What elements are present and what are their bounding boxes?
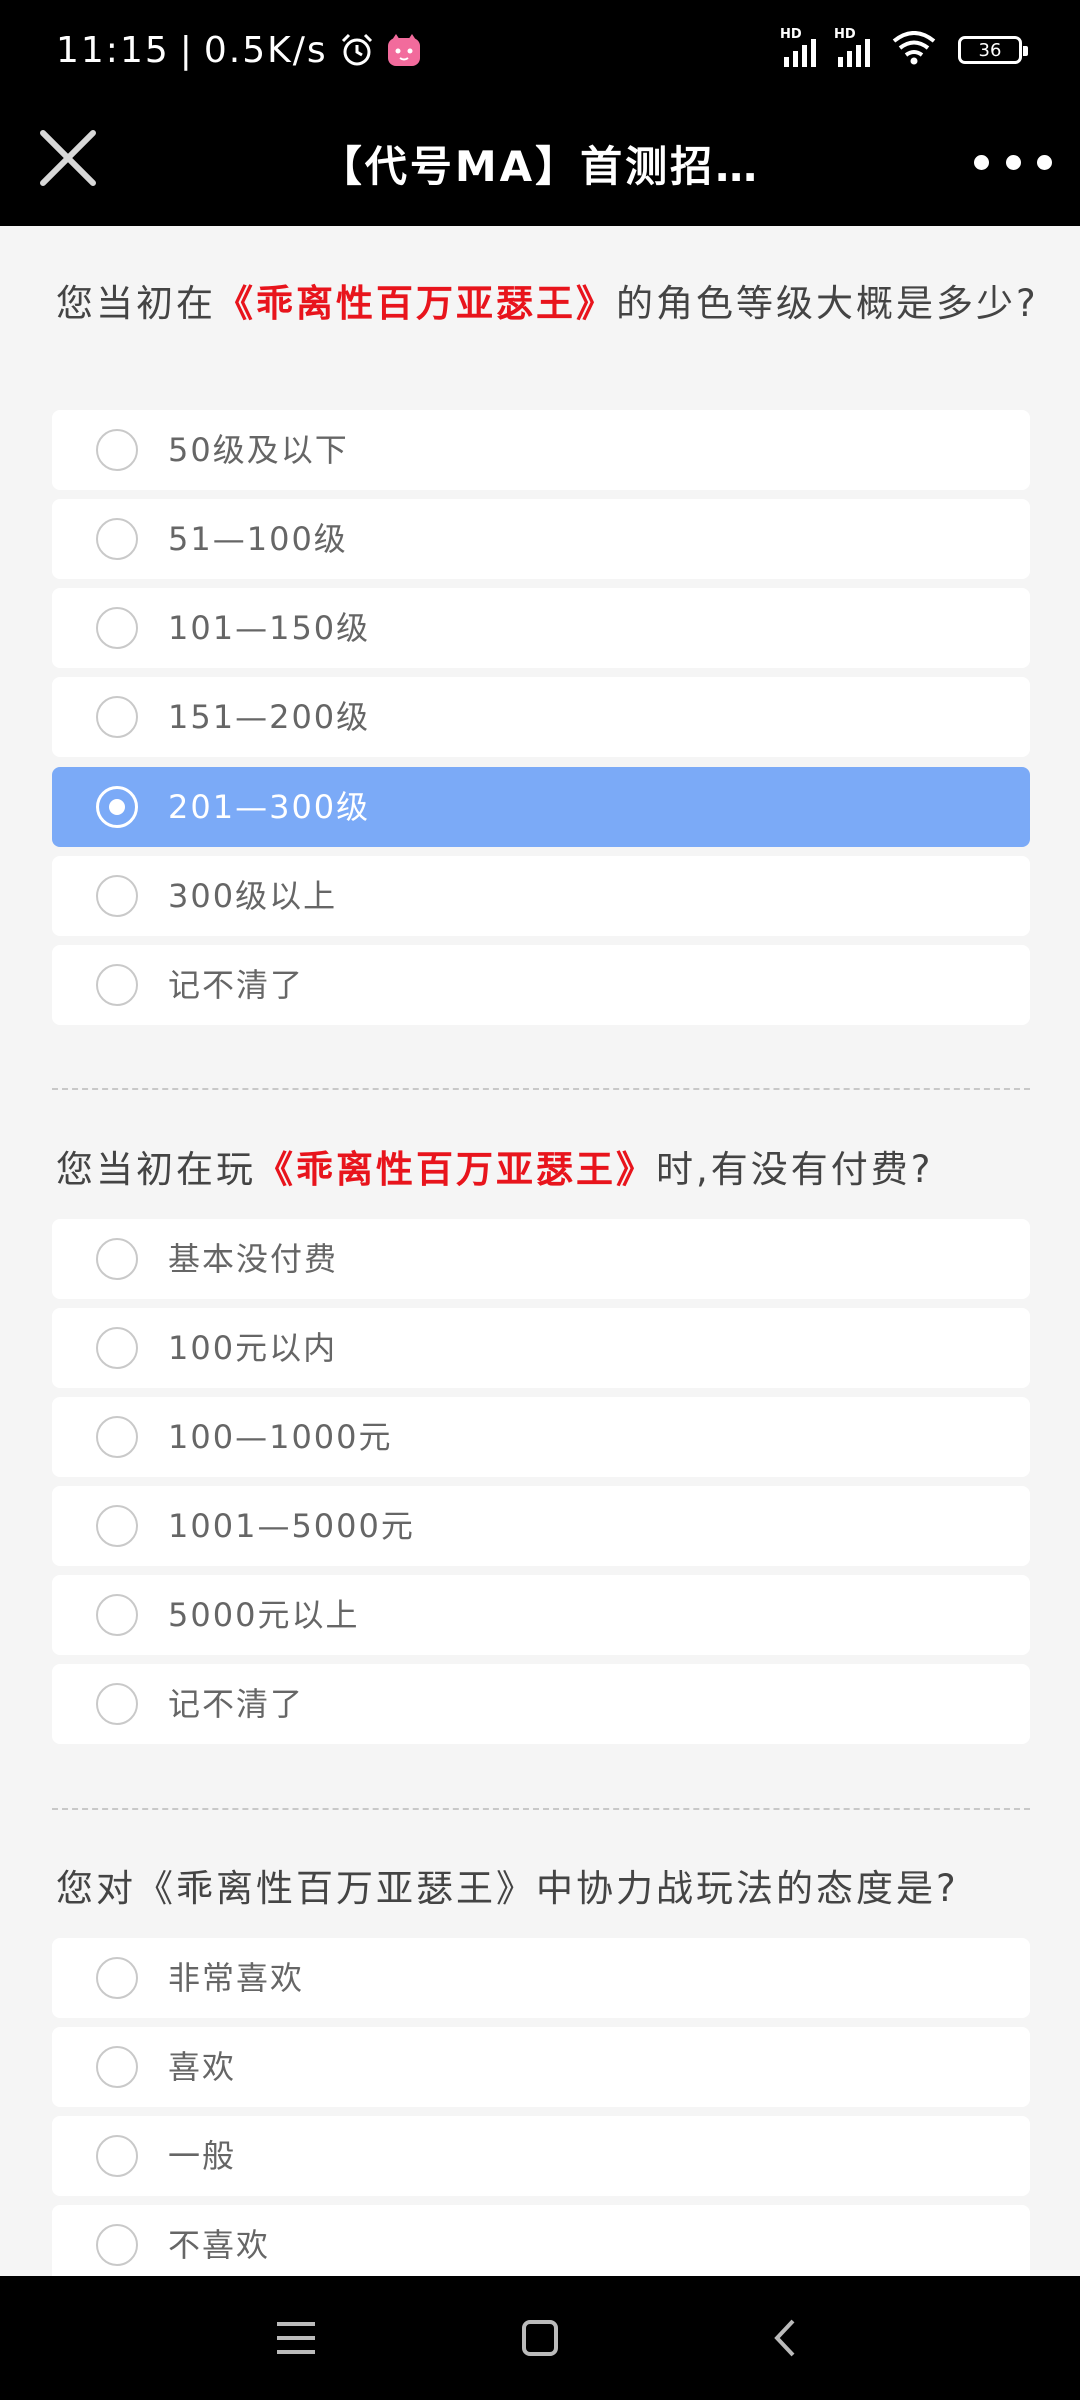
status-right: HD HD 36 [780,26,1028,74]
back-icon [774,2319,795,2357]
option-label: 5000元以上 [168,1596,360,1634]
option-label: 100元以内 [168,1329,338,1367]
option-label: 记不清了 [168,1685,305,1723]
option-label: 50级及以下 [168,431,349,469]
question-1-option-7[interactable]: 记不清了 [52,945,1030,1025]
radio-button[interactable] [96,696,138,738]
radio-button[interactable] [96,1505,138,1547]
question-3-title: 您对《乖离性百万亚瑟王》中协力战玩法的态度是? [56,1867,959,1910]
question-2-option-6[interactable]: 记不清了 [52,1664,1030,1744]
option-label: 一般 [168,2137,237,2175]
radio-button[interactable] [96,518,138,560]
option-label: 100—1000元 [168,1418,393,1456]
radio-button[interactable] [96,1327,138,1369]
survey-content[interactable]: 您当初在《乖离性百万亚瑟王》的角色等级大概是多少? 50级及以下 51—100级… [0,226,1080,2276]
question-divider [52,1088,1030,1090]
question-3-option-1[interactable]: 非常喜欢 [52,1938,1030,2018]
radio-button[interactable] [96,1238,138,1280]
question-1-title: 您当初在《乖离性百万亚瑟王》的角色等级大概是多少? [56,274,1040,334]
menu-icon [277,2322,315,2354]
question-1-option-2[interactable]: 51—100级 [52,499,1030,579]
radio-button[interactable] [96,2135,138,2177]
question-1-prefix: 您当初在 [56,282,216,325]
radio-button[interactable] [96,2224,138,2266]
option-label: 基本没付费 [168,1240,339,1278]
option-label: 喜欢 [168,2048,237,2086]
option-label: 201—300级 [168,788,371,826]
question-2-option-4[interactable]: 1001—5000元 [52,1486,1030,1566]
question-2-suffix: 时,有没有付费? [656,1148,934,1191]
question-3-option-4[interactable]: 不喜欢 [52,2205,1030,2276]
radio-button[interactable] [96,964,138,1006]
status-time: 11:15 [56,29,170,71]
option-label: 51—100级 [168,520,348,558]
question-2-option-1[interactable]: 基本没付费 [52,1219,1030,1299]
radio-button[interactable] [96,1416,138,1458]
option-label: 非常喜欢 [168,1959,305,1997]
question-1-option-4[interactable]: 151—200级 [52,677,1030,757]
wifi-icon [892,31,936,69]
back-button[interactable] [754,2308,814,2368]
option-label: 记不清了 [168,966,305,1004]
radio-button[interactable] [96,2046,138,2088]
question-1-suffix: 的角色等级大概是多少? [616,282,1039,325]
question-2-game-name: 《乖离性百万亚瑟王》 [256,1148,656,1191]
alarm-icon [338,31,376,69]
more-button[interactable] [974,134,1052,190]
question-3-option-2[interactable]: 喜欢 [52,2027,1030,2107]
app-icon [386,32,422,68]
home-icon [522,2320,558,2356]
question-2-option-2[interactable]: 100元以内 [52,1308,1030,1388]
network-speed: 0.5K/s [203,29,328,71]
option-label: 101—150级 [168,609,371,647]
option-label: 151—200级 [168,698,371,736]
question-3-option-3[interactable]: 一般 [52,2116,1030,2196]
signal-2-icon: HD [834,27,870,67]
more-icon-dot [974,154,989,170]
option-label: 不喜欢 [168,2226,271,2264]
radio-button[interactable] [96,607,138,649]
question-1-option-6[interactable]: 300级以上 [52,856,1030,936]
navigation-bar [0,2276,1080,2400]
status-bar: 11:15 | 0.5K/s HD HD 36 [0,0,1080,100]
page-title: 【代号MA】首测招… [319,141,761,191]
question-1-option-1[interactable]: 50级及以下 [52,410,1030,490]
question-1-game-name: 《乖离性百万亚瑟王》 [216,282,616,325]
more-icon-dot [1037,154,1052,170]
radio-button[interactable] [96,875,138,917]
battery-level: 36 [978,39,1002,61]
battery-icon: 36 [958,36,1028,64]
question-1-option-3[interactable]: 101—150级 [52,588,1030,668]
question-2-title: 您当初在玩《乖离性百万亚瑟王》时,有没有付费? [56,1140,1040,1200]
question-2-prefix: 您当初在玩 [56,1148,256,1191]
question-divider [52,1808,1030,1810]
question-2-option-3[interactable]: 100—1000元 [52,1397,1030,1477]
radio-button[interactable] [96,1957,138,1999]
signal-1-icon: HD [780,27,816,67]
option-label: 300级以上 [168,877,338,915]
question-2-option-5[interactable]: 5000元以上 [52,1575,1030,1655]
menu-button[interactable] [266,2308,326,2368]
status-left: 11:15 | 0.5K/s [56,26,422,74]
home-button[interactable] [510,2308,570,2368]
radio-button-checked[interactable] [96,786,138,828]
status-separator: | [179,29,194,71]
radio-button[interactable] [96,1683,138,1725]
title-bar: 【代号MA】首测招… [0,100,1080,226]
option-label: 1001—5000元 [168,1507,415,1545]
question-1-option-5-selected[interactable]: 201—300级 [52,767,1030,847]
more-icon-dot [1005,154,1021,170]
radio-button[interactable] [96,1594,138,1636]
radio-button[interactable] [96,429,138,471]
